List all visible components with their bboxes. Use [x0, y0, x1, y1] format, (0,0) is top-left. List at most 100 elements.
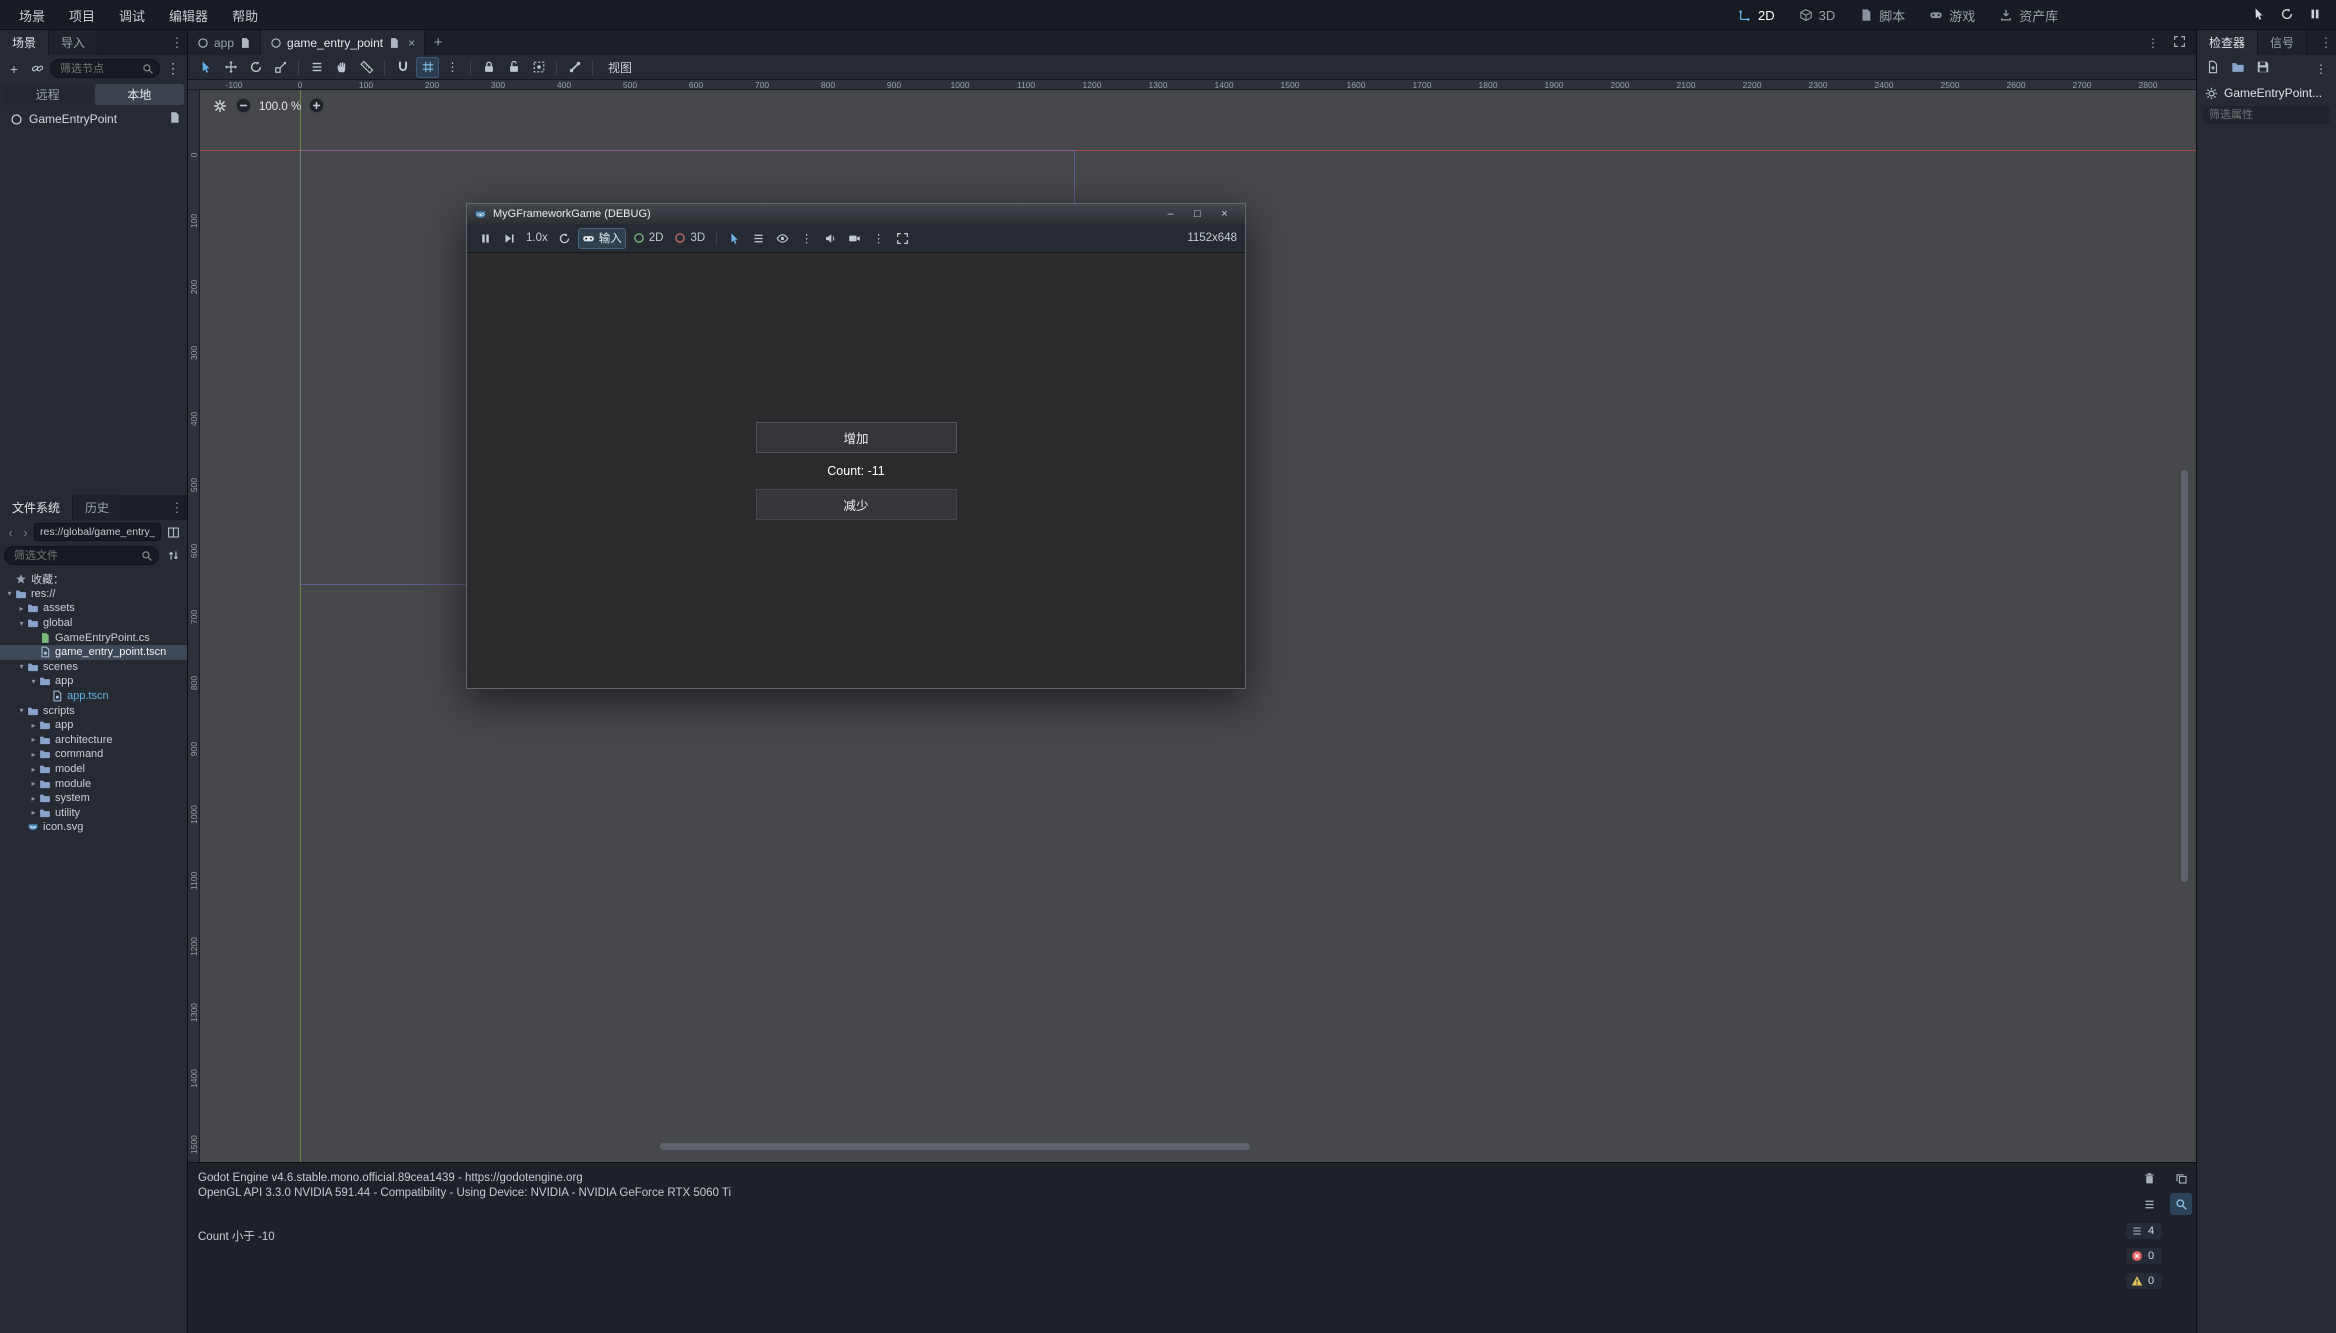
move-tool-button[interactable]: [219, 57, 242, 78]
fs-item-assets[interactable]: ▸assets: [0, 601, 187, 616]
tab-app[interactable]: app: [188, 30, 261, 55]
split-view-button[interactable]: [163, 522, 183, 543]
workspace-tab-2d[interactable]: 2D: [1728, 4, 1785, 27]
current-path-input[interactable]: [34, 523, 161, 541]
group-button[interactable]: [527, 57, 550, 78]
fs-item-model[interactable]: ▸model: [0, 762, 187, 777]
pause-button[interactable]: [2308, 7, 2322, 24]
clear-output-button[interactable]: [2138, 1167, 2160, 1189]
visibility-button[interactable]: [772, 228, 793, 249]
error-count-badge[interactable]: 0: [2126, 1248, 2162, 1264]
rotate-tool-button[interactable]: [244, 57, 267, 78]
fs-item-architecture[interactable]: ▸architecture: [0, 733, 187, 748]
smart-snap-button[interactable]: [391, 57, 414, 78]
filter-properties-input[interactable]: [2203, 106, 2330, 124]
fs-item-utility[interactable]: ▸utility: [0, 806, 187, 821]
fs-item-scenes[interactable]: ▾scenes: [0, 660, 187, 675]
unlock-button[interactable]: [502, 57, 525, 78]
local-button[interactable]: 本地: [95, 84, 185, 105]
nav-back-button[interactable]: ‹: [4, 525, 17, 540]
menu-scene[interactable]: 场景: [8, 2, 56, 29]
zoom-out-button[interactable]: [235, 97, 252, 117]
tab-game-entry-point[interactable]: game_entry_point ×: [261, 30, 425, 55]
canvas-vscrollbar[interactable]: [2181, 470, 2188, 882]
skeleton-options-button[interactable]: [563, 57, 586, 78]
mode-3d-button[interactable]: 3D: [670, 228, 709, 249]
tab-scene[interactable]: 场景: [0, 30, 49, 55]
speed-selector[interactable]: 1.0x: [523, 228, 551, 249]
fs-item-game-entry-point-tscn[interactable]: game_entry_point.tscn: [0, 645, 187, 660]
zoom-in-button[interactable]: [308, 97, 325, 117]
fs-item-scripts[interactable]: ▾scripts: [0, 703, 187, 718]
scene-dock-menu-button[interactable]: ⋮: [167, 30, 187, 55]
minimize-button[interactable]: –: [1157, 208, 1184, 220]
zoom-level[interactable]: 100.0 %: [259, 101, 301, 113]
close-button[interactable]: ×: [1211, 208, 1238, 220]
mute-button[interactable]: [820, 228, 841, 249]
scene-tabs-menu-button[interactable]: ⋮: [2147, 36, 2159, 50]
pick-node-button[interactable]: [724, 228, 745, 249]
instance-scene-button[interactable]: [27, 58, 47, 79]
reset-speed-button[interactable]: [554, 228, 575, 249]
new-resource-button[interactable]: [2206, 60, 2220, 77]
fs-item-icon-svg[interactable]: icon.svg: [0, 820, 187, 835]
fs-item-app-tscn[interactable]: app.tscn: [0, 689, 187, 704]
next-frame-button[interactable]: [499, 228, 520, 249]
workspace-tab-assetlib[interactable]: 资产库: [1989, 2, 2068, 29]
input-mode-button[interactable]: 输入: [578, 228, 626, 249]
snap-options-button[interactable]: ⋮: [441, 57, 464, 78]
workspace-tab-game[interactable]: 游戏: [1919, 2, 1985, 29]
canvas-hscrollbar[interactable]: [660, 1143, 1250, 1150]
center-view-button[interactable]: [212, 98, 228, 117]
embed-options-button[interactable]: [892, 228, 913, 249]
add-node-button[interactable]: +: [4, 58, 24, 79]
tab-history[interactable]: 历史: [73, 495, 122, 520]
filter-files-input[interactable]: [4, 546, 159, 565]
suspend-button[interactable]: [475, 228, 496, 249]
sort-files-button[interactable]: [163, 545, 183, 566]
inspector-extra-menu-button[interactable]: ⋮: [2315, 62, 2327, 76]
camera-options-button[interactable]: ⋮: [868, 228, 889, 249]
select-tool-button[interactable]: [194, 57, 217, 78]
lock-button[interactable]: [477, 57, 500, 78]
fs-item-module[interactable]: ▸module: [0, 776, 187, 791]
maximize-button[interactable]: □: [1184, 208, 1211, 220]
camera-override-button[interactable]: [844, 228, 865, 249]
ruler-tool-button[interactable]: [355, 57, 378, 78]
new-scene-tab-button[interactable]: +: [425, 30, 451, 55]
menu-editor[interactable]: 编辑器: [158, 2, 219, 29]
fs-item-command[interactable]: ▸command: [0, 747, 187, 762]
filesystem-dock-menu-button[interactable]: ⋮: [167, 495, 187, 520]
fs-item-global[interactable]: ▾global: [0, 616, 187, 631]
distraction-free-button[interactable]: [2173, 35, 2186, 51]
save-resource-button[interactable]: [2256, 60, 2270, 77]
scene-tree-node-gameentrypoint[interactable]: GameEntryPoint: [0, 109, 187, 129]
increase-button[interactable]: 增加: [756, 422, 957, 453]
search-output-button[interactable]: [2170, 1193, 2192, 1215]
workspace-tab-3d[interactable]: 3D: [1789, 4, 1846, 27]
remote-button[interactable]: 远程: [3, 84, 93, 105]
collapse-duplicates-button[interactable]: [2138, 1193, 2160, 1215]
menu-help[interactable]: 帮助: [221, 2, 269, 29]
warning-count-badge[interactable]: 0: [2126, 1273, 2162, 1289]
close-tab-icon[interactable]: ×: [408, 36, 415, 50]
menu-debug[interactable]: 调试: [108, 2, 156, 29]
load-resource-button[interactable]: [2231, 60, 2245, 77]
fs-item-game-entry-point-cs[interactable]: GameEntryPoint.cs: [0, 630, 187, 645]
pick-options-button[interactable]: ⋮: [796, 228, 817, 249]
message-count-badge[interactable]: 4: [2126, 1223, 2162, 1239]
grid-snap-button[interactable]: [416, 57, 439, 78]
mode-2d-button[interactable]: 2D: [629, 228, 668, 249]
copy-output-button[interactable]: [2170, 1167, 2192, 1189]
fs-item-system[interactable]: ▸system: [0, 791, 187, 806]
play-button[interactable]: [2252, 7, 2266, 24]
decrease-button[interactable]: 减少: [756, 489, 957, 520]
selectable-list-button[interactable]: [305, 57, 328, 78]
fs-item-scripts-app[interactable]: ▸app: [0, 718, 187, 733]
pick-list-button[interactable]: [748, 228, 769, 249]
fs-item-favorites[interactable]: 收藏：: [0, 572, 187, 587]
pan-tool-button[interactable]: [330, 57, 353, 78]
scene-tree-menu-button[interactable]: ⋮: [163, 58, 183, 79]
menu-project[interactable]: 项目: [58, 2, 106, 29]
fs-item-scenes-app[interactable]: ▾app: [0, 674, 187, 689]
